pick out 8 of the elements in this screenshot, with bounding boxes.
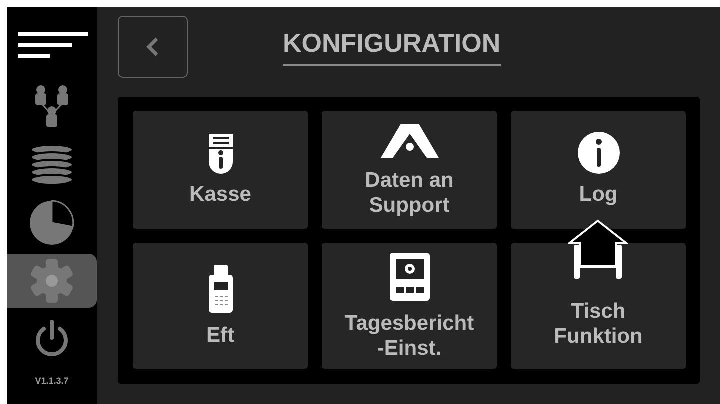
menu-tile[interactable]: Tisch Funktion: [511, 243, 686, 369]
menu-tile[interactable]: Tagesbericht -Einst.: [322, 243, 497, 369]
page-title: KONFIGURATION: [283, 28, 501, 66]
menu-tile[interactable]: Eft: [133, 243, 308, 369]
version-label: V1.1.3.7: [35, 376, 69, 386]
menu-tile[interactable]: Daten an Support: [322, 111, 497, 229]
menu-tile[interactable]: Log: [511, 111, 686, 229]
menu-tile[interactable]: Kasse: [133, 111, 308, 229]
